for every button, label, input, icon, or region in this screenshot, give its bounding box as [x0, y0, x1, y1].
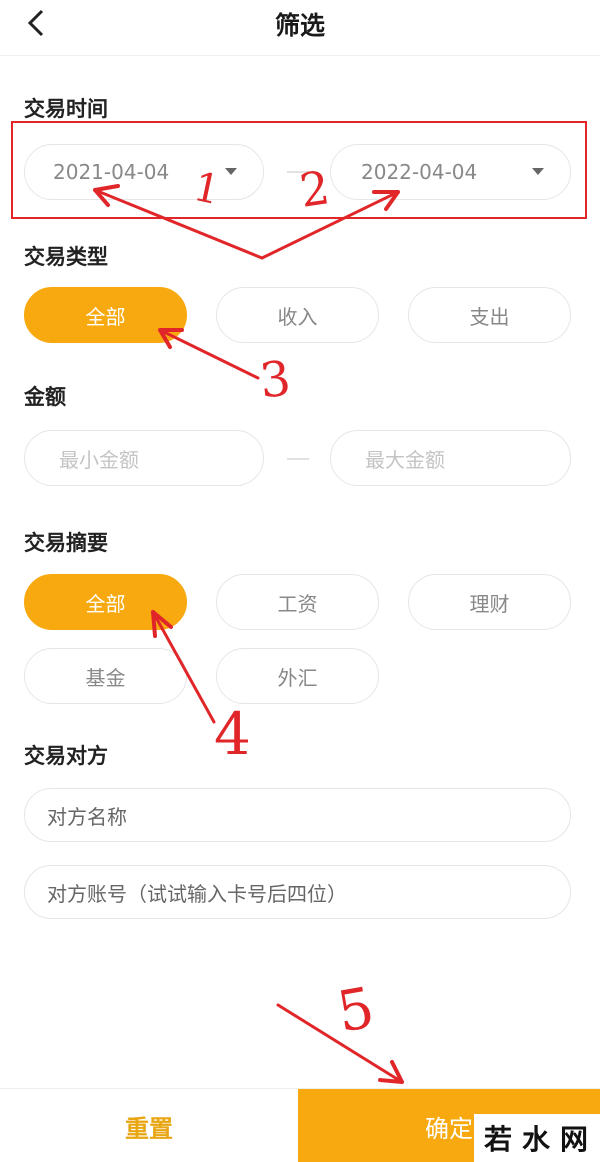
trade-type-option-all[interactable]: 全部: [24, 287, 187, 343]
trade-type-option-income[interactable]: 收入: [216, 287, 379, 343]
amount-range-separator: [287, 458, 309, 460]
counterparty-account-input[interactable]: 对方账号（试试输入卡号后四位）: [24, 865, 571, 919]
counterparty-name-input[interactable]: 对方名称: [24, 788, 571, 842]
min-amount-input[interactable]: 最小金额: [24, 430, 264, 486]
annotation-number-4: 4: [214, 700, 251, 768]
summary-option-forex[interactable]: 外汇: [216, 648, 379, 704]
annotation-number-5: 5: [332, 975, 380, 1046]
max-amount-placeholder: 最大金额: [365, 447, 445, 472]
trade-type-label: 交易类型: [24, 245, 108, 269]
summary-option-wealth[interactable]: 理财: [408, 574, 571, 630]
summary-option-fund[interactable]: 基金: [24, 648, 187, 704]
counterparty-account-placeholder: 对方账号（试试输入卡号后四位）: [47, 881, 347, 906]
min-amount-placeholder: 最小金额: [59, 447, 139, 472]
trade-type-option-expense[interactable]: 支出: [408, 287, 571, 343]
watermark-logo: 若水网: [474, 1114, 600, 1162]
summary-option-salary[interactable]: 工资: [216, 574, 379, 630]
max-amount-input[interactable]: 最大金额: [330, 430, 571, 486]
top-bar: 筛选: [0, 0, 600, 56]
counterparty-label: 交易对方: [24, 744, 108, 768]
counterparty-name-placeholder: 对方名称: [47, 804, 127, 829]
summary-label: 交易摘要: [24, 531, 108, 555]
summary-option-all[interactable]: 全部: [24, 574, 187, 630]
annotation-number-3: 3: [257, 350, 294, 410]
amount-label: 金额: [24, 385, 66, 409]
trade-time-label: 交易时间: [24, 97, 108, 121]
reset-button[interactable]: 重置: [0, 1089, 298, 1162]
page-title: 筛选: [274, 11, 325, 40]
